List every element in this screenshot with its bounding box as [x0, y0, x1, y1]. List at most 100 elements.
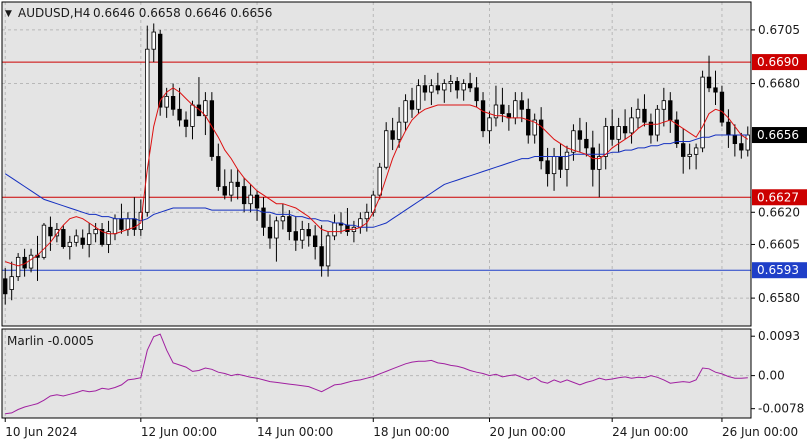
- time-tick-label: 10 Jun 2024: [5, 425, 77, 439]
- bull-candle: [280, 216, 286, 222]
- bull-candle: [229, 181, 234, 196]
- bear-candle: [119, 218, 124, 230]
- bear-candle: [500, 104, 505, 114]
- bear-candle: [610, 126, 615, 140]
- bull-candle: [274, 220, 279, 239]
- bear-candle: [306, 229, 311, 237]
- bear-candle: [80, 237, 85, 245]
- indicator-tick-label: 0.0093: [758, 329, 800, 343]
- indicator-tick-label: -0.0078: [758, 402, 804, 416]
- time-tick-label: 20 Jun 00:00: [489, 425, 565, 439]
- level-label: 0.6690: [757, 55, 799, 69]
- bull-candle: [325, 235, 331, 267]
- bear-candle: [584, 138, 589, 149]
- time-tick-label: 12 Jun 00:00: [141, 425, 217, 439]
- chart-canvas[interactable]: 0.6705 0.6680 0.6620 0.6605 0.6580 0.0093 0.0…: [0, 0, 809, 443]
- symbol-label: AUDUSD,H4: [18, 6, 90, 20]
- indicator-label: Marlin -0.0005: [7, 334, 94, 348]
- bear-candle: [293, 231, 298, 241]
- bull-candle: [603, 126, 608, 157]
- bear-candle: [706, 76, 712, 89]
- bull-candle: [635, 108, 641, 119]
- bull-candle: [687, 153, 692, 157]
- bull-candle: [125, 218, 131, 230]
- bull-candle: [384, 130, 389, 168]
- bull-candle: [661, 100, 667, 110]
- bear-candle: [235, 181, 240, 187]
- bear-candle: [319, 246, 324, 267]
- bull-candle: [403, 100, 408, 123]
- bear-candle: [719, 91, 725, 123]
- bull-candle: [442, 83, 447, 91]
- level-label: 0.6593: [757, 263, 799, 277]
- bear-candle: [241, 186, 247, 205]
- price-tick-label: 0.6620: [758, 205, 800, 219]
- bull-candle: [745, 134, 750, 151]
- price-pane[interactable]: [2, 2, 751, 326]
- bull-candle: [86, 233, 92, 245]
- bear-candle: [390, 130, 395, 140]
- bear-candle: [467, 83, 473, 89]
- bear-candle: [545, 160, 550, 175]
- bear-candle: [158, 33, 163, 108]
- bear-candle: [183, 119, 189, 127]
- bull-candle: [461, 83, 466, 91]
- bear-candle: [455, 80, 460, 91]
- bear-candle: [48, 226, 53, 237]
- bear-candle: [267, 226, 273, 239]
- bear-candle: [577, 130, 583, 140]
- bull-candle: [429, 85, 434, 93]
- bull-candle: [629, 117, 634, 134]
- bull-candle: [74, 235, 79, 243]
- bull-candle: [564, 151, 570, 170]
- bull-candle: [416, 85, 421, 110]
- bull-candle: [9, 276, 14, 290]
- bear-candle: [409, 100, 415, 110]
- bear-candle: [170, 96, 176, 110]
- bull-candle: [300, 229, 305, 241]
- bear-candle: [739, 143, 744, 151]
- bear-candle: [681, 143, 686, 157]
- current-price-label: 0.6656: [757, 128, 799, 142]
- bear-candle: [435, 85, 441, 91]
- bear-candle: [222, 186, 227, 196]
- bull-candle: [377, 166, 382, 196]
- bear-candle: [422, 85, 428, 93]
- bull-candle: [164, 96, 169, 108]
- bear-candle: [622, 126, 628, 134]
- bull-candle: [551, 156, 557, 175]
- bear-candle: [519, 100, 524, 110]
- indicator-tick-label: 0.00: [758, 369, 785, 383]
- bear-candle: [254, 194, 260, 209]
- bear-candle: [668, 100, 673, 121]
- bull-candle: [112, 218, 118, 235]
- chart-menu-icon[interactable]: ▼: [5, 9, 12, 19]
- bear-candle: [713, 87, 718, 93]
- indicator-pane[interactable]: [2, 329, 751, 418]
- bull-candle: [616, 126, 621, 140]
- bear-candle: [642, 108, 647, 123]
- time-tick-label: 18 Jun 00:00: [373, 425, 449, 439]
- bull-candle: [67, 241, 72, 248]
- price-tick-label: 0.6605: [758, 237, 800, 251]
- bull-candle: [448, 80, 453, 84]
- bear-candle: [61, 229, 66, 248]
- bull-candle: [203, 100, 208, 117]
- bull-candle: [396, 121, 402, 140]
- time-tick-label: 24 Jun 00:00: [612, 425, 688, 439]
- bull-candle: [364, 211, 369, 220]
- bear-candle: [526, 108, 531, 136]
- bear-candle: [3, 278, 8, 295]
- bull-candle: [93, 229, 98, 235]
- bear-candle: [558, 156, 563, 170]
- price-tick-label: 0.6705: [758, 23, 800, 37]
- bear-candle: [216, 156, 221, 187]
- bear-candle: [177, 108, 182, 121]
- bull-candle: [15, 256, 21, 278]
- bear-candle: [312, 235, 318, 248]
- bear-candle: [345, 224, 350, 232]
- bull-candle: [487, 117, 492, 132]
- ohlc-readout: 0.6646 0.6658 0.6646 0.6656: [93, 6, 272, 20]
- price-tick-label: 0.6680: [758, 77, 800, 91]
- bull-candle: [693, 147, 699, 155]
